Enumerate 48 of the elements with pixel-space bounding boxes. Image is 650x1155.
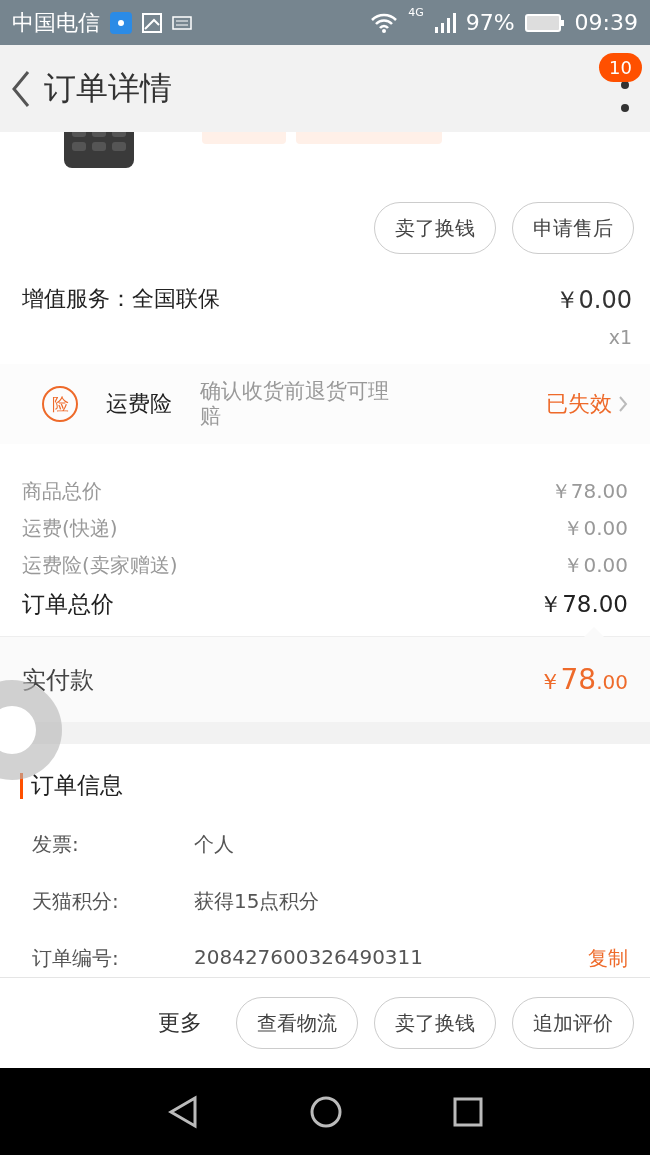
- clock: 09:39: [574, 10, 638, 35]
- action-button[interactable]: 追加评价: [512, 997, 634, 1049]
- action-button[interactable]: 申请售后: [512, 202, 634, 254]
- info-label: 订单编号:: [32, 945, 120, 972]
- service-quantity: x1: [608, 326, 632, 348]
- image-icon: [142, 12, 162, 33]
- home-nav-icon[interactable]: [309, 1094, 343, 1129]
- insurance-name: 运费险: [106, 390, 172, 418]
- insurance-status: 已失效: [546, 390, 612, 418]
- signal-icon: [433, 11, 456, 34]
- price-label: 商品总价: [22, 478, 102, 505]
- price-value: ￥0.00: [563, 515, 628, 542]
- price-value: ￥0.00: [563, 552, 628, 579]
- back-nav-icon[interactable]: [167, 1094, 199, 1129]
- carrier-name: 中国电信: [12, 8, 100, 37]
- battery-icon: [524, 12, 565, 33]
- hotspot-icon: [110, 11, 132, 34]
- price-label: 运费险(卖家赠送): [22, 552, 178, 579]
- recents-nav-icon[interactable]: [453, 1096, 483, 1127]
- page-title: 订单详情: [44, 67, 172, 109]
- service-label: 增值服务：全国联保: [22, 285, 221, 313]
- insurance-description: 确认收货前退货可理赔: [200, 378, 390, 430]
- more-link[interactable]: 更多: [158, 1008, 202, 1038]
- info-value: 个人: [194, 831, 235, 858]
- more-icon[interactable]: [620, 79, 630, 114]
- action-button[interactable]: 查看物流: [236, 997, 358, 1049]
- insurance-icon: 险: [42, 386, 78, 422]
- price-label: 订单总价: [22, 590, 114, 619]
- network-label: 4G: [408, 6, 424, 19]
- paid-label: 实付款: [22, 664, 94, 696]
- price-value: ￥78.00: [539, 590, 628, 619]
- info-value: 208427600326490311: [194, 945, 425, 971]
- notification-badge: 10: [599, 53, 642, 82]
- chevron-icon: [618, 395, 628, 413]
- info-value: 获得15点积分: [194, 888, 321, 915]
- action-button[interactable]: 卖了换钱: [374, 997, 496, 1049]
- info-label: 发票:: [32, 831, 80, 858]
- info-label: 天猫积分:: [32, 888, 120, 915]
- battery-percent: 97%: [465, 10, 515, 35]
- paid-amount: ￥78.00: [538, 662, 628, 697]
- back-icon[interactable]: [10, 69, 32, 108]
- service-price: ￥0.00: [554, 285, 632, 316]
- price-value: ￥78.00: [550, 478, 628, 505]
- price-label: 运费(快递): [22, 515, 118, 542]
- section-title: 订单信息: [31, 771, 123, 800]
- keyboard-icon: [172, 15, 192, 30]
- action-button[interactable]: 卖了换钱: [374, 202, 496, 254]
- wifi-icon: [370, 11, 399, 34]
